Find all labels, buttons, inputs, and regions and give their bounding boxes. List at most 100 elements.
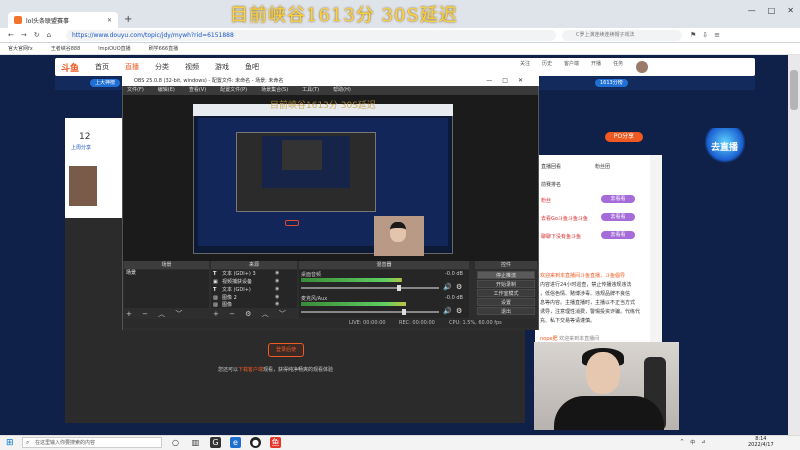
forward-icon[interactable]: → <box>21 31 27 39</box>
obs-menu-scenes[interactable]: 场景集合(S) <box>261 86 288 95</box>
mixer-dock-title: 混音器 <box>299 261 469 269</box>
close-tab-icon[interactable]: ✕ <box>107 17 112 24</box>
volume-slider-knob[interactable] <box>401 309 406 315</box>
obs-window-controls[interactable]: —□✕ <box>486 76 533 86</box>
maximize-button[interactable]: □ <box>768 6 776 15</box>
tray-expand-icon[interactable]: ^ <box>680 439 684 446</box>
new-tab-button[interactable]: + <box>124 14 132 25</box>
extension-icon[interactable]: ⚑ <box>690 31 696 39</box>
nav-client[interactable]: 客户端 <box>564 60 579 67</box>
share-count: 12 <box>79 132 91 142</box>
text-source-icon: T <box>213 287 217 293</box>
nav-history[interactable]: 历史 <box>542 60 552 67</box>
browser-tab[interactable]: lol头条联盟赛事 ✕ <box>8 12 118 28</box>
douyu-favicon-icon <box>14 16 22 24</box>
home-icon[interactable]: ⌂ <box>47 31 51 39</box>
visibility-icon[interactable]: ◉ <box>275 270 279 276</box>
settings-button[interactable]: 设置 <box>477 298 535 306</box>
input-method-icon[interactable]: 中 <box>690 439 695 446</box>
bookmark-item[interactable]: 王者峡谷888 <box>51 43 81 54</box>
network-icon[interactable]: ⊿ <box>701 439 705 446</box>
exit-button[interactable]: 退出 <box>477 307 535 315</box>
nav-forum[interactable]: 鱼吧 <box>245 62 259 72</box>
menu-icon[interactable]: ≡ <box>714 31 720 39</box>
back-icon[interactable]: ← <box>8 31 14 39</box>
source-item[interactable]: T 文本 (GDI+) 3 ◉ <box>213 270 279 277</box>
visibility-icon[interactable]: ◉ <box>275 286 279 292</box>
taskbar-search-input[interactable]: ⌕ 在这里输入你要搜索的内容 <box>22 437 162 448</box>
gear-icon[interactable]: ⚙ <box>456 307 462 315</box>
speaker-icon[interactable]: 🔊 <box>443 283 452 291</box>
banner-pill[interactable]: 1613分榜 <box>595 79 628 87</box>
nav-home[interactable]: 首页 <box>95 62 109 72</box>
nav-category[interactable]: 分类 <box>155 62 169 72</box>
chat-line: 诱导，注意理性消费，警惕投资诈骗。代练代 <box>540 309 641 315</box>
source-item[interactable]: ▣ 视频捕获设备 ◉ <box>213 278 279 285</box>
volume-slider[interactable] <box>301 309 439 315</box>
banner-pill[interactable]: 上大神榜 <box>90 79 121 87</box>
visibility-icon[interactable]: ◉ <box>275 278 279 284</box>
source-item[interactable]: T 文本 (GDI+) ◉ <box>213 286 279 293</box>
visibility-icon[interactable]: ◉ <box>275 301 279 307</box>
task-view-icon[interactable]: ○ <box>170 437 181 448</box>
stop-streaming-button[interactable]: 停止推流 <box>477 271 535 279</box>
start-recording-button[interactable]: 开始录制 <box>477 280 535 288</box>
share-label[interactable]: 上周分享 <box>71 144 91 151</box>
panel-row-button[interactable]: 去看看 <box>601 213 635 221</box>
obs-icon[interactable]: ● <box>250 437 261 448</box>
panel-tab[interactable]: 直播回看 <box>541 163 561 170</box>
speaker-icon[interactable]: 🔊 <box>443 307 452 315</box>
obs-menu-profile[interactable]: 配置文件(P) <box>220 86 247 95</box>
browser-search-input[interactable]: C罗上演连续连续帽子戏法 <box>562 30 682 41</box>
mixer-track-name: 麦克风/Aux <box>301 296 328 302</box>
obs-menu-view[interactable]: 查看(V) <box>189 86 206 95</box>
studio-mode-button[interactable]: 工作室模式 <box>477 289 535 297</box>
share-badge[interactable]: PO分享 <box>605 132 643 142</box>
streamer-avatar[interactable] <box>69 166 97 206</box>
panel-row-button[interactable]: 去看看 <box>601 231 635 239</box>
source-item[interactable]: ▨ 图像 2 ◉ <box>213 294 279 301</box>
panel-tab[interactable]: 粉丝团 <box>595 163 610 170</box>
windows-start-icon[interactable]: ⊞ <box>6 438 14 448</box>
gear-icon[interactable]: ⚙ <box>456 283 462 291</box>
nav-broadcast[interactable]: 开播 <box>591 60 601 67</box>
visibility-icon[interactable]: ◉ <box>275 294 279 300</box>
nav-live[interactable]: 直播 <box>125 62 139 72</box>
volume-slider[interactable] <box>301 285 439 291</box>
clock[interactable]: 8:14 2022/4/17 <box>748 436 774 448</box>
bookmark-item[interactable]: 刷学666直播 <box>149 43 179 54</box>
minimize-button[interactable]: — <box>748 6 756 15</box>
scenes-dock-buttons[interactable]: + − ︿ ﹀ <box>126 309 186 319</box>
avatar[interactable] <box>636 61 648 73</box>
scrollbar-thumb[interactable] <box>790 70 798 110</box>
panel-row-button[interactable]: 去看看 <box>601 195 635 203</box>
address-input[interactable]: https://www.douyu.com/topic/jdy/mywh?rid… <box>66 30 556 41</box>
bookmark-item[interactable]: lmpiOUO直播 <box>98 43 130 54</box>
taskbar-app-icon[interactable]: ▥ <box>190 437 201 448</box>
taskbar-app-icon[interactable]: G <box>210 437 221 448</box>
site-logo[interactable]: 斗鱼 <box>61 61 79 74</box>
edge-icon[interactable]: e <box>230 437 241 448</box>
obs-menu-tools[interactable]: 工具(T) <box>302 86 319 95</box>
obs-menu-edit[interactable]: 编辑(E) <box>158 86 175 95</box>
page-scrollbar[interactable] <box>788 55 800 435</box>
douyu-app-icon[interactable]: 鱼 <box>270 437 281 448</box>
download-icon[interactable]: ⇩ <box>702 31 708 39</box>
nav-video[interactable]: 视频 <box>185 62 199 72</box>
bookmark-item[interactable]: 官大官网fx <box>8 43 33 54</box>
download-client-link[interactable]: 下载客户端 <box>238 367 263 373</box>
nav-tasks[interactable]: 任务 <box>613 60 623 67</box>
volume-slider-knob[interactable] <box>397 285 402 291</box>
preview-nested-login-button <box>285 220 299 226</box>
scene-item[interactable]: 场景 <box>124 270 209 277</box>
reload-icon[interactable]: ↻ <box>34 31 40 39</box>
sources-dock-buttons[interactable]: + − ⚙ ︿ ﹀ <box>213 309 290 319</box>
obs-menu-help[interactable]: 帮助(H) <box>333 86 351 95</box>
mascot-icon[interactable]: 去直播 <box>705 128 745 164</box>
nav-follow[interactable]: 关注 <box>520 60 530 67</box>
nav-games[interactable]: 游戏 <box>215 62 229 72</box>
login-button[interactable]: 登录后使 <box>268 343 304 357</box>
obs-menu-file[interactable]: 文件(F) <box>127 86 144 95</box>
source-item[interactable]: ▨ 图像 ◉ <box>213 301 279 308</box>
close-window-button[interactable]: ✕ <box>787 6 794 15</box>
